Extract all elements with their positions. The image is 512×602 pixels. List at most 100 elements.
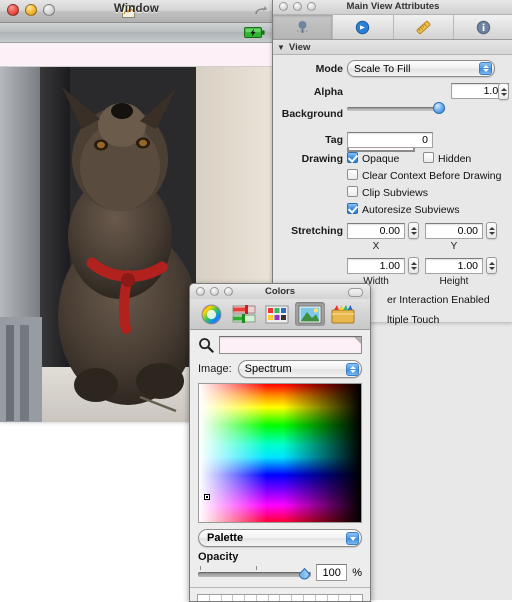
autoresize-subviews-checkbox-box[interactable] xyxy=(347,203,358,214)
user-interaction-enabled-label: er Interaction Enabled xyxy=(387,294,490,306)
checkbox-multiple-touch[interactable]: ltiple Touch xyxy=(383,314,439,326)
colors-panel[interactable]: Colors Image: Spectrum Palette Opacity 1… xyxy=(189,283,371,602)
opacity-tick-0 xyxy=(200,566,201,570)
stretch-width-field[interactable]: 1.00 xyxy=(347,258,405,274)
swatch-cell[interactable] xyxy=(315,595,328,601)
checkbox-opaque[interactable]: Opaque xyxy=(347,152,399,165)
opacity-field[interactable]: 100 xyxy=(316,564,348,581)
spectrum-picker[interactable] xyxy=(198,383,362,523)
clear-context-label: Clear Context Before Drawing xyxy=(362,170,502,182)
mode-label: Mode xyxy=(315,63,343,75)
window-titlebar[interactable]: Window xyxy=(0,0,273,23)
view-background-strip xyxy=(0,43,273,67)
crayons-icon xyxy=(331,304,355,323)
image-popup[interactable]: Spectrum xyxy=(237,360,362,378)
swatch-cell[interactable] xyxy=(233,595,246,601)
stretch-x-stepper[interactable] xyxy=(408,222,419,239)
image-value: Spectrum xyxy=(244,363,292,375)
swatch-cell[interactable] xyxy=(221,595,234,601)
color-search-row[interactable] xyxy=(190,330,370,357)
swatch-cell[interactable] xyxy=(268,595,281,601)
checkbox-autoresize-subviews[interactable]: Autoresize Subviews xyxy=(347,203,459,216)
colors-titlebar[interactable]: Colors xyxy=(190,284,370,299)
stretch-x-field[interactable]: 0.00 xyxy=(347,223,405,239)
checkbox-clear-context[interactable]: Clear Context Before Drawing xyxy=(347,169,501,182)
swatch-cell[interactable] xyxy=(256,595,269,601)
color-wheel-icon xyxy=(201,304,221,324)
tab-identity[interactable] xyxy=(454,15,512,39)
checkbox-clip-subviews[interactable]: Clip Subviews xyxy=(347,186,428,199)
chevron-down-icon[interactable]: ▼ xyxy=(277,43,285,52)
stretch-y-caption: Y xyxy=(450,241,458,252)
blue-arrow-icon xyxy=(356,20,370,34)
tab-image-palettes[interactable] xyxy=(295,302,325,326)
image-chevron-updown-icon[interactable] xyxy=(346,363,359,376)
stretching-label: Stretching xyxy=(291,225,343,237)
background-label: Background xyxy=(281,108,343,120)
tab-connections[interactable] xyxy=(333,15,394,39)
stretch-y-field[interactable]: 0.00 xyxy=(425,223,483,239)
opaque-checkbox-box[interactable] xyxy=(347,152,358,163)
opacity-slider[interactable] xyxy=(198,566,312,580)
chevron-down-icon[interactable] xyxy=(346,532,359,545)
color-search-input[interactable] xyxy=(219,336,362,354)
pin-attributes-icon xyxy=(297,20,309,33)
swatch-cell[interactable] xyxy=(280,595,293,601)
spectrum-cursor[interactable] xyxy=(204,494,210,500)
swatch-cell[interactable] xyxy=(339,595,352,601)
alpha-label: Alpha xyxy=(313,86,343,98)
inspector-tabbar[interactable] xyxy=(273,15,512,40)
tab-crayons[interactable] xyxy=(328,302,358,326)
opacity-slider-track xyxy=(198,572,312,577)
chevron-updown-icon[interactable] xyxy=(479,62,492,75)
palette-row[interactable]: Palette xyxy=(190,523,370,549)
hidden-checkbox-box[interactable] xyxy=(423,152,434,163)
tag-field[interactable]: 0 xyxy=(347,132,433,148)
alpha-slider[interactable] xyxy=(347,102,445,114)
resize-arrow-icon[interactable] xyxy=(255,6,267,16)
inspector-titlebar[interactable]: Main View Attributes xyxy=(273,0,512,15)
opacity-unit: % xyxy=(352,566,362,579)
checkbox-user-interaction-enabled[interactable]: er Interaction Enabled xyxy=(383,294,490,306)
alpha-slider-knob[interactable] xyxy=(433,102,445,114)
inspector-window[interactable]: Main View Attributes ▼ View Mode Scale T… xyxy=(272,0,512,326)
stretch-height-field[interactable]: 1.00 xyxy=(425,258,483,274)
tab-attributes[interactable] xyxy=(273,15,334,39)
opacity-label: Opacity xyxy=(198,551,239,563)
opacity-block: Opacity 100 % xyxy=(190,549,370,587)
tab-color-sliders[interactable] xyxy=(229,302,259,326)
colors-tabbar[interactable] xyxy=(190,299,370,330)
clear-context-checkbox-box[interactable] xyxy=(347,169,358,180)
stretch-y-stepper[interactable] xyxy=(486,222,497,239)
swatch-cell[interactable] xyxy=(351,595,362,601)
ruler-icon xyxy=(416,20,431,34)
opacity-row[interactable]: 100 % xyxy=(198,564,362,581)
swatch-cell[interactable] xyxy=(245,595,257,601)
clip-subviews-checkbox-box[interactable] xyxy=(347,186,358,197)
swatch-cell[interactable] xyxy=(209,595,222,601)
tag-label: Tag xyxy=(325,134,343,146)
tab-size[interactable] xyxy=(394,15,454,39)
checkbox-hidden[interactable]: Hidden xyxy=(423,152,471,165)
swatch-cell[interactable] xyxy=(304,595,316,601)
opaque-label: Opaque xyxy=(362,153,400,165)
palette-pulldown[interactable]: Palette xyxy=(198,529,362,547)
clip-subviews-label: Clip Subviews xyxy=(362,187,428,199)
tab-color-wheel[interactable] xyxy=(196,302,226,326)
image-palette-icon xyxy=(298,305,322,323)
stretch-width-stepper[interactable] xyxy=(408,257,419,274)
swatch-cell[interactable] xyxy=(327,595,340,601)
mode-popup[interactable]: Scale To Fill xyxy=(347,60,495,77)
swatch-cell[interactable] xyxy=(198,595,210,601)
tab-color-palettes[interactable] xyxy=(262,302,292,326)
swatch-row[interactable] xyxy=(197,594,363,601)
image-popup-row[interactable]: Image: Spectrum xyxy=(190,357,370,383)
stretch-height-stepper[interactable] xyxy=(486,257,497,274)
swatch-cell[interactable] xyxy=(292,595,305,601)
view-section-header[interactable]: ▼ View xyxy=(273,40,512,55)
opacity-slider-knob[interactable] xyxy=(298,568,311,580)
hidden-label: Hidden xyxy=(438,153,472,165)
alpha-stepper[interactable] xyxy=(498,83,509,100)
toolbar-toggle-pill[interactable] xyxy=(348,288,363,297)
stretch-x-caption: X xyxy=(372,241,380,252)
